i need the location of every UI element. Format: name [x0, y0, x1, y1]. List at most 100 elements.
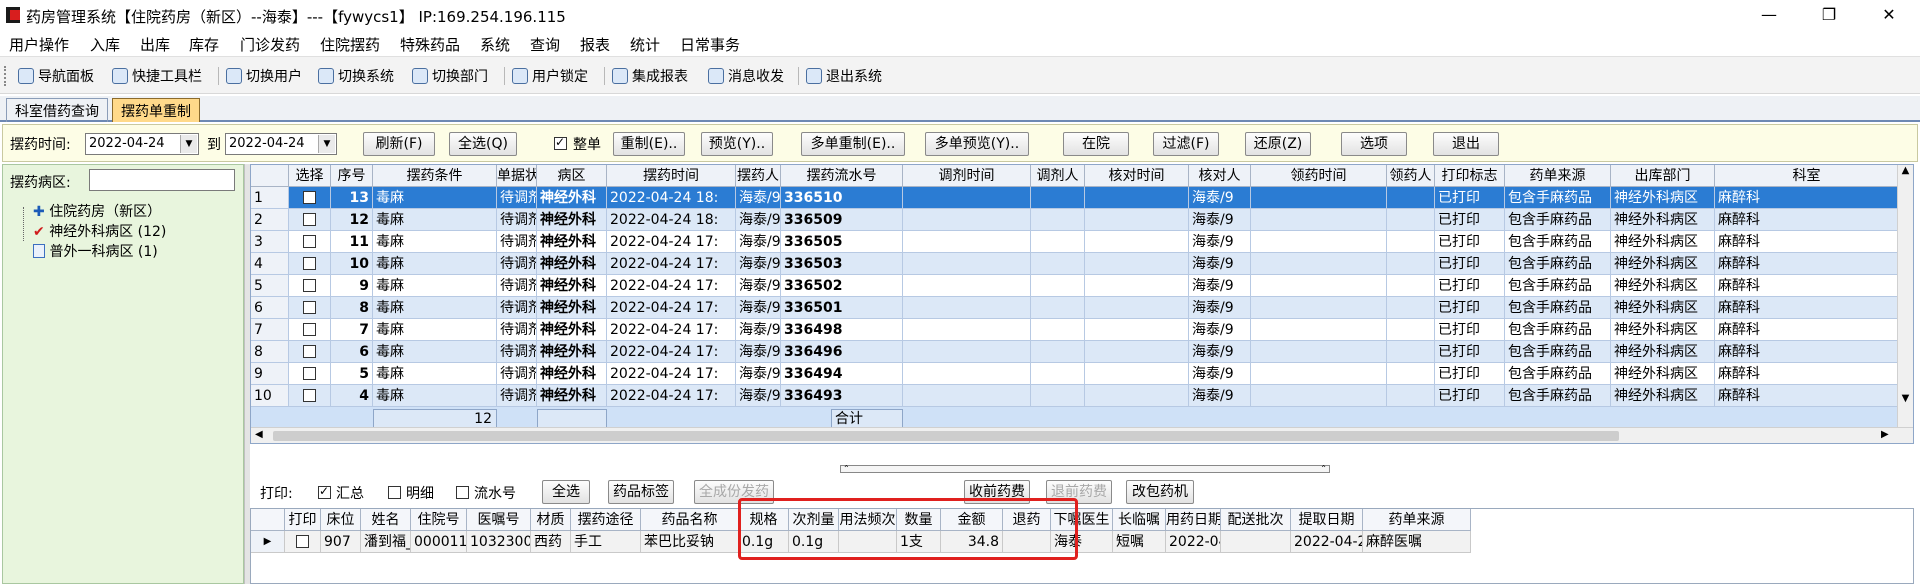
column-header[interactable]: 床位 [321, 509, 361, 531]
select-checkbox-cell[interactable] [289, 319, 331, 341]
checkbox-icon[interactable] [303, 213, 316, 226]
checkbox-icon[interactable] [456, 486, 469, 499]
menu-system[interactable]: 系统 [480, 34, 510, 55]
table-row[interactable]: 104毒麻待调剂神经外科2022-04-24 17:海泰/9336493海泰/9… [251, 385, 1899, 407]
menu-report[interactable]: 报表 [580, 34, 610, 55]
maximize-button[interactable]: ❐ [1806, 2, 1852, 28]
checkbox-icon[interactable] [296, 535, 309, 548]
reprint-button[interactable]: 重制(E).. [613, 132, 685, 156]
checkbox-icon[interactable] [303, 301, 316, 314]
column-header[interactable]: 病区 [537, 165, 607, 187]
table-row[interactable]: 311毒麻待调剂神经外科2022-04-24 17:海泰/9336505海泰/9… [251, 231, 1899, 253]
switch-user-button[interactable]: 切换用户 [226, 65, 302, 87]
column-header[interactable]: 材质 [531, 509, 571, 531]
column-header[interactable]: 核对人 [1189, 165, 1251, 187]
column-header[interactable]: 领药时间 [1251, 165, 1387, 187]
column-header[interactable]: 序号 [331, 165, 373, 187]
column-header[interactable]: 摆药时间 [607, 165, 736, 187]
vertical-scrollbar[interactable]: ▲ ▼ [1897, 165, 1913, 427]
scroll-down-icon[interactable]: ▼ [1898, 393, 1913, 404]
restore-button[interactable]: 还原(Z) [1245, 132, 1311, 156]
user-lock-button[interactable]: 用户锁定 [512, 65, 588, 87]
scroll-left-icon[interactable]: ◀ [255, 429, 263, 440]
checkbox-icon[interactable] [303, 257, 316, 270]
drug-label-button[interactable]: 药品标签 [608, 480, 674, 504]
select-checkbox-cell[interactable] [289, 187, 331, 209]
machine-button[interactable]: 改包药机 [1126, 480, 1194, 504]
menu-stock[interactable]: 库存 [189, 34, 219, 55]
print-select-all-button[interactable]: 全选 [542, 480, 590, 504]
column-header[interactable]: 单据状态 [497, 165, 537, 187]
options-button[interactable]: 选项 [1341, 132, 1407, 156]
exit-button[interactable]: 退出 [1433, 132, 1499, 156]
menu-inpatient[interactable]: 住院摆药 [320, 34, 380, 55]
checkbox-icon[interactable] [303, 345, 316, 358]
tree-node-neuro[interactable]: ✔ 神经外科病区 (12) [33, 221, 166, 241]
column-header[interactable]: 调剂人 [1031, 165, 1085, 187]
horizontal-scrollbar[interactable]: ◀ ▶ [251, 427, 1913, 443]
checkbox-icon[interactable] [303, 323, 316, 336]
column-header[interactable]: 打印标志 [1435, 165, 1505, 187]
tree-node-pharmacy[interactable]: ✚ 住院药房（新区） [33, 201, 161, 221]
menu-outbound[interactable]: 出库 [140, 34, 170, 55]
checkbox-icon[interactable] [318, 484, 331, 499]
checkbox-icon[interactable] [303, 191, 316, 204]
column-header[interactable]: 长临嘱 [1113, 509, 1166, 531]
select-checkbox-cell[interactable] [289, 363, 331, 385]
message-button[interactable]: 消息收发 [708, 65, 784, 87]
switch-department-button[interactable]: 切换部门 [412, 65, 488, 87]
quick-toolbar-button[interactable]: 快捷工具栏 [112, 65, 202, 87]
checkbox-icon[interactable] [303, 389, 316, 402]
select-checkbox-cell[interactable] [289, 297, 331, 319]
column-header[interactable]: 科室 [1715, 165, 1899, 187]
select-checkbox-cell[interactable] [289, 275, 331, 297]
column-header[interactable]: 摆药人 [736, 165, 781, 187]
ward-input[interactable] [89, 169, 235, 191]
table-row[interactable]: 113毒麻待调剂神经外科2022-04-24 18:海泰/9336510海泰/9… [251, 187, 1899, 209]
integrated-report-button[interactable]: 集成报表 [612, 65, 688, 87]
table-row[interactable]: 77毒麻待调剂神经外科2022-04-24 17:海泰/9336498海泰/9已… [251, 319, 1899, 341]
checkbox-icon[interactable] [303, 367, 316, 380]
column-header[interactable]: 药品名称 [641, 509, 739, 531]
menu-user-ops[interactable]: 用户操作 [9, 34, 69, 55]
column-header[interactable]: 核对时间 [1085, 165, 1189, 187]
column-header[interactable]: 用药日期 [1166, 509, 1221, 531]
print-checkbox-cell[interactable] [285, 531, 321, 553]
column-header[interactable]: 摆药条件 [373, 165, 497, 187]
plus-icon[interactable]: ✚ [33, 204, 45, 220]
collapse-icon[interactable]: ⌃ [1320, 465, 1327, 473]
detail-checkbox[interactable] [388, 486, 401, 503]
column-header[interactable]: 摆药流水号 [781, 165, 903, 187]
checkbox-icon[interactable] [554, 135, 567, 150]
menu-daily[interactable]: 日常事务 [680, 34, 740, 55]
minimize-button[interactable]: — [1746, 2, 1792, 28]
checkbox-icon[interactable] [388, 486, 401, 499]
tab-borrow-query[interactable]: 科室借药查询 [6, 98, 108, 122]
serial-checkbox[interactable] [456, 486, 469, 503]
scroll-up-icon[interactable]: ▲ [1898, 165, 1913, 181]
column-header[interactable]: 医嘱号 [467, 509, 531, 531]
table-row[interactable]: 410毒麻待调剂神经外科2022-04-24 17:海泰/9336503海泰/9… [251, 253, 1899, 275]
summary-checkbox[interactable] [318, 484, 331, 503]
tab-reprint[interactable]: 摆药单重制 [112, 98, 200, 122]
in-hospital-button[interactable]: 在院 [1063, 132, 1129, 156]
chevron-down-icon[interactable]: ▼ [318, 135, 335, 153]
column-header[interactable]: 领药人 [1387, 165, 1435, 187]
filter-button[interactable]: 过滤(F) [1153, 132, 1219, 156]
menu-outpatient[interactable]: 门诊发药 [240, 34, 300, 55]
scrollbar-thumb[interactable] [273, 431, 1619, 441]
preview-button[interactable]: 预览(Y).. [701, 132, 773, 156]
column-header[interactable]: 配送批次 [1221, 509, 1291, 531]
tree-node-surgery[interactable]: 普外一科病区 (1) [33, 241, 158, 261]
select-checkbox-cell[interactable] [289, 253, 331, 275]
select-checkbox-cell[interactable] [289, 385, 331, 407]
select-checkbox-cell[interactable] [289, 231, 331, 253]
column-header[interactable]: 姓名 [361, 509, 411, 531]
column-header[interactable]: 药单来源 [1505, 165, 1611, 187]
select-checkbox-cell[interactable] [289, 209, 331, 231]
column-header[interactable]: 出库部门 [1611, 165, 1715, 187]
whole-order-checkbox[interactable] [554, 135, 567, 154]
scroll-right-icon[interactable]: ▶ [1881, 429, 1889, 440]
exit-system-button[interactable]: 退出系统 [806, 65, 882, 87]
table-row[interactable]: 95毒麻待调剂神经外科2022-04-24 17:海泰/9336494海泰/9已… [251, 363, 1899, 385]
